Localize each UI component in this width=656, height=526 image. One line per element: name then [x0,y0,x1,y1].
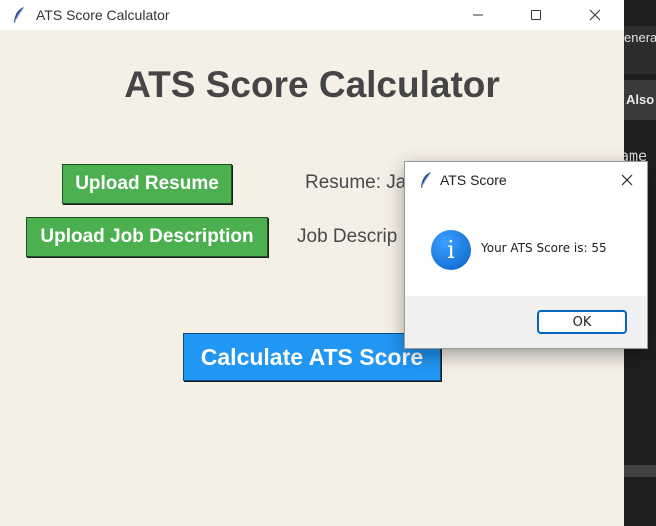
calculate-ats-score-button[interactable]: Calculate ATS Score [183,333,441,381]
dialog-title: ATS Score [440,172,507,188]
dialog-title-bar: ATS Score [405,162,647,198]
resume-status-label: Resume: Ja [305,172,407,193]
dialog-close-button[interactable] [613,168,641,192]
upload-job-description-button[interactable]: Upload Job Description [26,217,268,257]
editor-scrollbar[interactable] [624,465,656,477]
ok-button[interactable]: OK [537,310,627,334]
dialog-message: Your ATS Score is: 55 [481,241,607,255]
title-bar: ATS Score Calculator [0,0,624,30]
upload-resume-button[interactable]: Upload Resume [62,164,232,204]
editor-toolbar-label[interactable]: Also [626,92,654,107]
maximize-button[interactable] [513,0,559,30]
dialog-body: i Your ATS Score is: 55 [405,198,647,296]
job-description-status-label: Job Descrip [297,226,398,247]
dialog-footer: OK [405,296,647,348]
app-feather-icon [12,6,26,24]
minimize-button[interactable] [455,0,501,30]
close-button[interactable] [572,0,618,30]
editor-tab-label[interactable]: enera [624,30,656,45]
dialog-feather-icon [419,171,433,189]
ats-score-dialog: ATS Score i Your ATS Score is: 55 OK [404,161,648,349]
page-heading: ATS Score Calculator [124,64,500,105]
info-icon: i [431,230,471,270]
window-title: ATS Score Calculator [36,7,170,23]
